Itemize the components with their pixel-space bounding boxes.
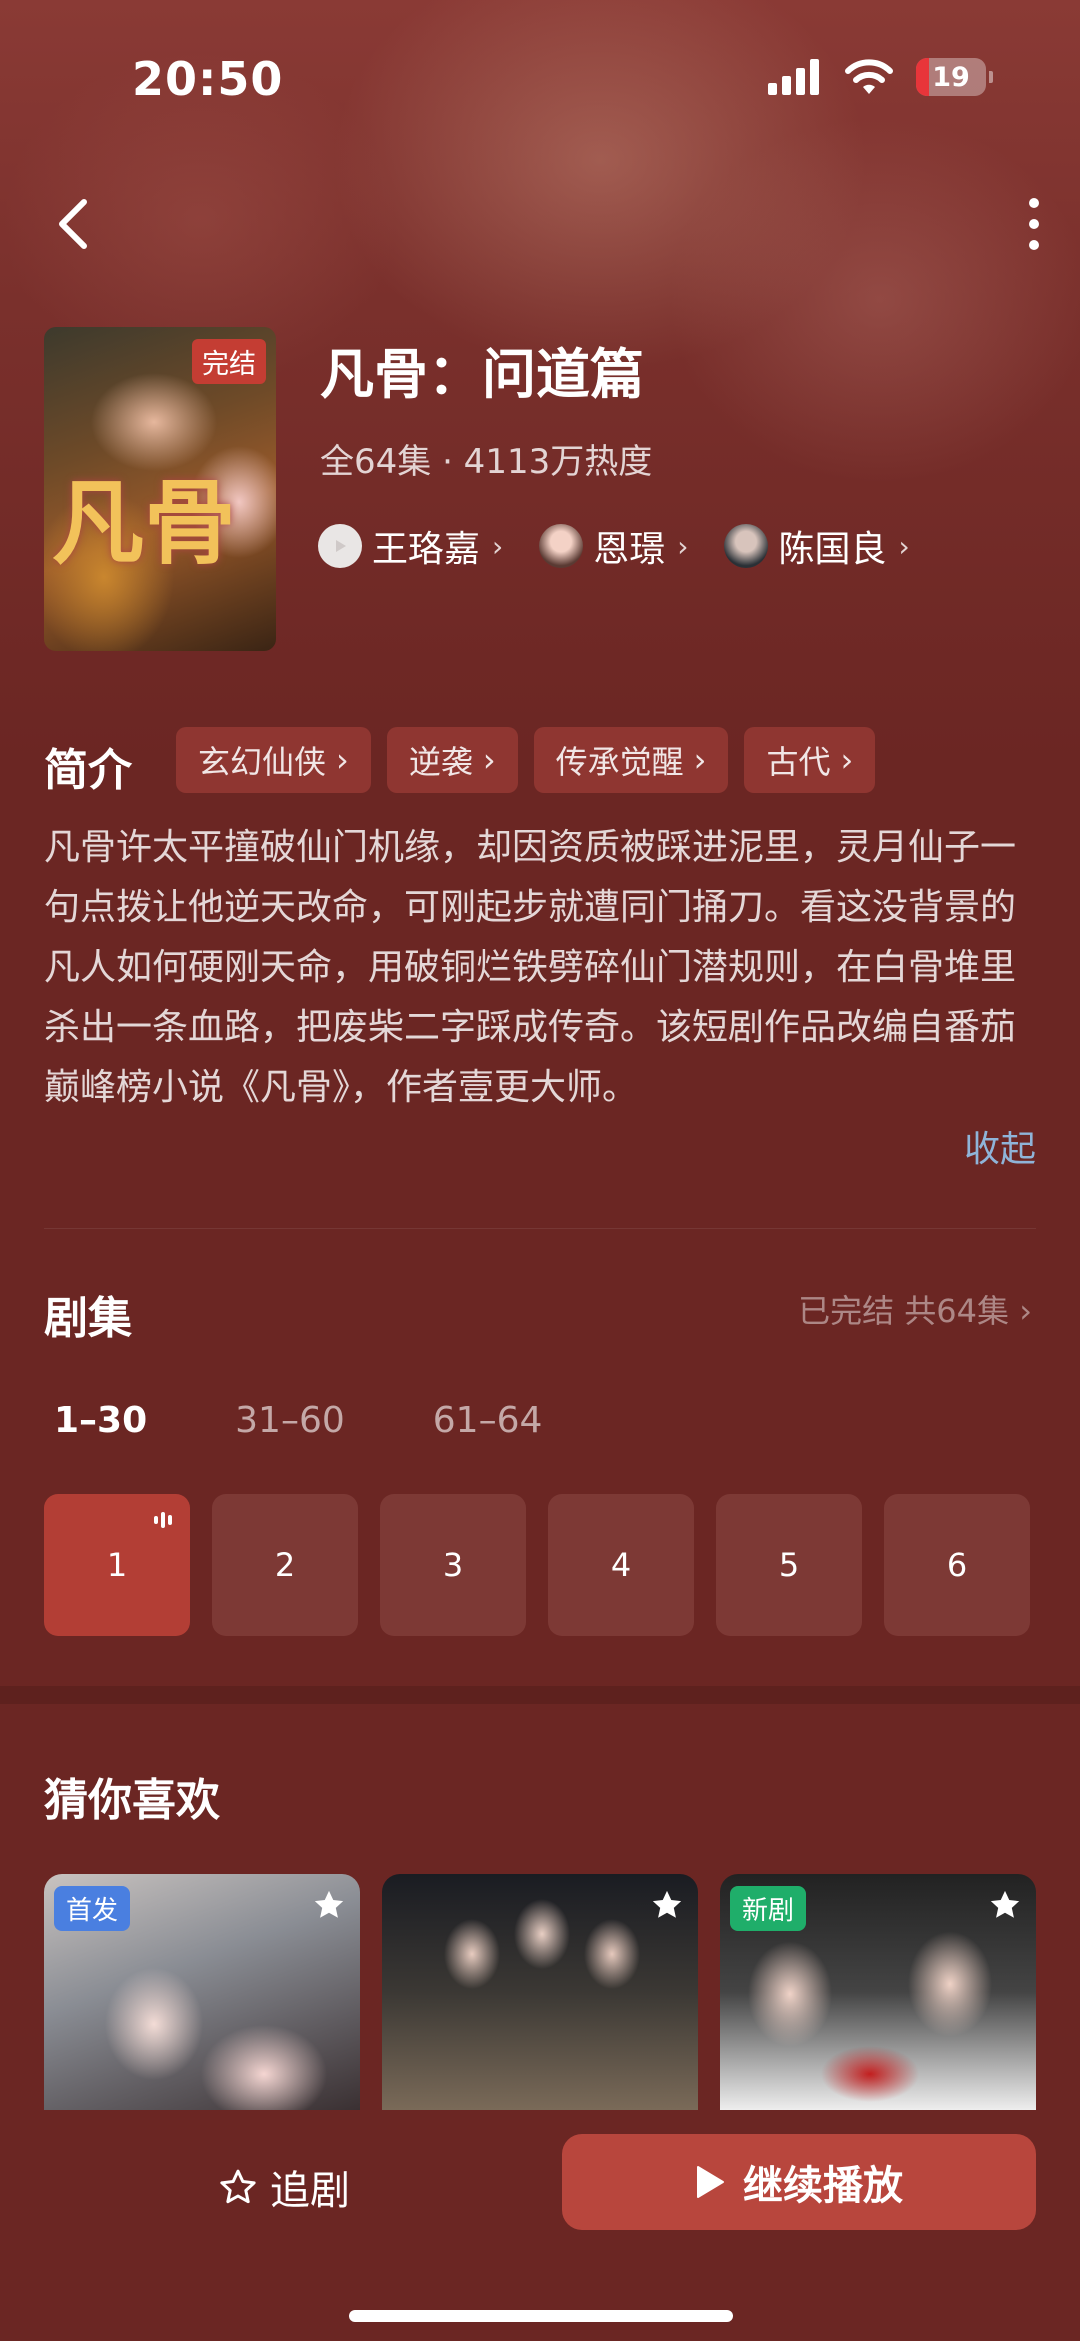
back-button[interactable]: [52, 196, 100, 252]
episode-button[interactable]: 2: [212, 1494, 358, 1636]
cast-item[interactable]: 恩璟 ›: [539, 520, 688, 572]
status-icons: 19: [768, 58, 993, 96]
cast-item[interactable]: 王珞嘉 ›: [318, 520, 503, 572]
tab-range-3[interactable]: 61–64: [433, 1400, 543, 1441]
cast-item[interactable]: 陈国良 ›: [724, 520, 910, 572]
episode-button[interactable]: 3: [380, 1494, 526, 1636]
genre-tag[interactable]: 逆袭 ›: [386, 727, 518, 793]
chevron-right-icon: ›: [693, 741, 707, 779]
avatar: [539, 524, 584, 568]
more-options-button[interactable]: [1014, 192, 1054, 256]
chevron-right-icon: ›: [677, 529, 689, 563]
episodes-heading: 剧集: [44, 1293, 132, 1344]
cast-name: 王珞嘉: [372, 529, 481, 570]
cast-name: 陈国良: [778, 529, 887, 570]
episode-button[interactable]: 1: [44, 1494, 190, 1636]
follow-button[interactable]: 追剧: [218, 2158, 350, 2216]
premiere-badge: 首发: [54, 1886, 131, 1931]
genre-tag[interactable]: 传承觉醒 ›: [533, 727, 729, 793]
genre-tag[interactable]: 玄幻仙侠 ›: [176, 727, 371, 793]
chevron-right-icon: ›: [1019, 1292, 1032, 1330]
star-icon[interactable]: [650, 1888, 684, 1922]
play-icon: [697, 2166, 724, 2198]
home-indicator[interactable]: [349, 2310, 733, 2322]
avatar: [318, 524, 362, 568]
tab-range-1[interactable]: 1–30: [54, 1400, 147, 1441]
recommend-card[interactable]: [382, 1874, 698, 2110]
drama-meta: 全64集 · 4113万热度: [320, 442, 653, 482]
dot-icon: [1029, 219, 1039, 229]
chevron-right-icon: ›: [492, 529, 504, 563]
cast-name: 恩璟: [593, 529, 666, 570]
chevron-right-icon: ›: [482, 741, 496, 779]
synopsis-text: 凡骨许太平撞破仙门机缘，却因资质被踩进泥里，灵月仙子一句点拨让他逆天改命，可刚起…: [44, 827, 1017, 1108]
star-icon[interactable]: [312, 1888, 346, 1922]
star-outline-icon: [220, 2169, 256, 2204]
now-playing-icon: [154, 1512, 172, 1528]
episodes-info-link[interactable]: 已完结 共64集 ›: [798, 1286, 1032, 1332]
status-time: 20:50: [132, 52, 284, 106]
genre-tags: 玄幻仙侠 › 逆袭 › 传承觉醒 › 古代 ›: [176, 727, 876, 793]
divider: [44, 1228, 1036, 1229]
recommend-list: 首发 新剧: [44, 1874, 1036, 2110]
intro-heading: 简介: [44, 745, 132, 796]
episode-button[interactable]: 4: [548, 1494, 694, 1636]
cast-list: 王珞嘉 › 恩璟 › 陈国良 ›: [318, 520, 910, 572]
continue-play-button[interactable]: 继续播放: [562, 2134, 1036, 2230]
tab-range-2[interactable]: 31–60: [235, 1400, 345, 1441]
section-separator: [0, 1686, 1080, 1704]
collapse-link[interactable]: 收起: [964, 1120, 1036, 1172]
battery-indicator: 19: [916, 58, 993, 96]
signal-icon: [768, 59, 819, 95]
status-badge: 完结: [192, 339, 266, 384]
poster-title-art: 凡骨: [52, 469, 237, 577]
wifi-icon: [845, 59, 893, 94]
play-circle-icon: [336, 540, 346, 552]
chevron-right-icon: ›: [840, 741, 854, 779]
genre-tag[interactable]: 古代 ›: [744, 727, 876, 793]
drama-poster[interactable]: 凡骨 完结: [44, 327, 276, 651]
recommend-card[interactable]: 首发: [44, 1874, 360, 2110]
drama-title: 凡骨：问道篇: [320, 343, 644, 406]
dot-icon: [1029, 198, 1039, 208]
recommend-heading: 猜你喜欢: [44, 1775, 220, 1826]
chevron-left-icon: [59, 199, 87, 249]
episode-button[interactable]: 5: [716, 1494, 862, 1636]
star-icon[interactable]: [988, 1888, 1022, 1922]
chevron-right-icon: ›: [898, 529, 910, 563]
avatar: [724, 524, 769, 568]
new-badge: 新剧: [730, 1886, 807, 1931]
dot-icon: [1029, 240, 1039, 250]
episode-button[interactable]: 6: [884, 1494, 1030, 1636]
chevron-right-icon: ›: [336, 741, 349, 779]
recommend-card[interactable]: 新剧: [720, 1874, 1036, 2110]
episode-range-tabs: 1–30 31–60 61–64: [54, 1400, 542, 1441]
episode-list: 1 2 3 4 5 6: [44, 1494, 1030, 1636]
